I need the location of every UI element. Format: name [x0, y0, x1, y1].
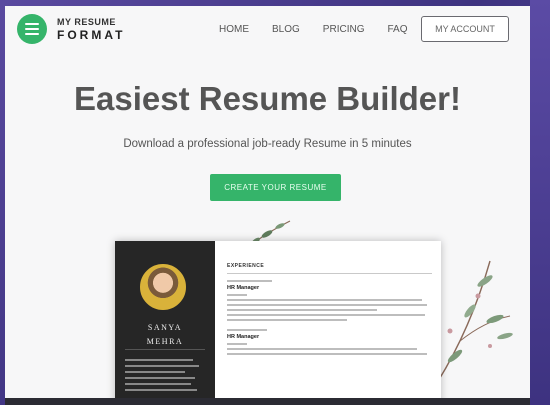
sidebar-text-line	[125, 377, 195, 379]
company-line	[227, 343, 247, 345]
create-resume-button[interactable]: CREATE YOUR RESUME	[210, 174, 341, 201]
logo-line-2: FORMAT	[57, 27, 126, 42]
experience-heading: EXPERIENCE	[227, 263, 265, 269]
bottom-bar	[5, 398, 530, 405]
logo-icon	[17, 14, 47, 44]
logo-text: MY RESUME FORMAT	[57, 16, 126, 42]
sidebar-divider	[125, 349, 205, 350]
logo-line-1: MY RESUME	[57, 16, 116, 27]
nav-faq[interactable]: FAQ	[387, 24, 407, 35]
my-account-button[interactable]: MY ACCOUNT	[421, 16, 509, 42]
nav-blog[interactable]: BLOG	[272, 24, 300, 35]
description-line	[227, 314, 425, 316]
hero-title: Easiest Resume Builder!	[74, 80, 461, 117]
job-title: HR Manager	[227, 285, 260, 291]
description-line	[227, 309, 377, 311]
description-line	[227, 299, 422, 301]
description-line	[227, 348, 417, 350]
description-line	[227, 353, 427, 355]
hero-subtitle: Download a professional job-ready Resume…	[123, 138, 412, 150]
resume-content: EXPERIENCE HR Manager HR Manager	[227, 263, 432, 355]
branch-decoration-right	[434, 260, 513, 387]
description-line	[227, 319, 347, 321]
resume-first-name: SANYA	[147, 323, 183, 332]
sidebar-text-line	[125, 365, 199, 367]
date-line	[227, 280, 272, 282]
section-divider	[227, 273, 432, 274]
nav-pricing[interactable]: PRICING	[323, 24, 365, 35]
sidebar-text-line	[125, 359, 193, 361]
resume-name: SANYA MEHRA	[115, 321, 215, 349]
frame-edge	[530, 0, 550, 405]
profile-photo	[140, 264, 186, 310]
company-line	[227, 294, 247, 296]
nav-home[interactable]: HOME	[219, 24, 249, 35]
date-line	[227, 329, 267, 331]
resume-sidebar: SANYA MEHRA	[115, 241, 215, 398]
site-logo[interactable]: MY RESUME FORMAT	[17, 14, 125, 44]
sidebar-text-line	[125, 383, 191, 385]
main-nav: HOME BLOG PRICING FAQ	[219, 24, 430, 35]
website-page: MY RESUME FORMAT HOME BLOG PRICING FAQ M…	[5, 6, 530, 398]
job-title: HR Manager	[227, 334, 260, 340]
resume-preview: SANYA MEHRA EXPERIENCE HR Manager HR Man…	[115, 241, 441, 398]
resume-last-name: MEHRA	[146, 337, 184, 346]
sidebar-text-line	[125, 389, 197, 391]
description-line	[227, 304, 427, 306]
sidebar-text-line	[125, 371, 185, 373]
